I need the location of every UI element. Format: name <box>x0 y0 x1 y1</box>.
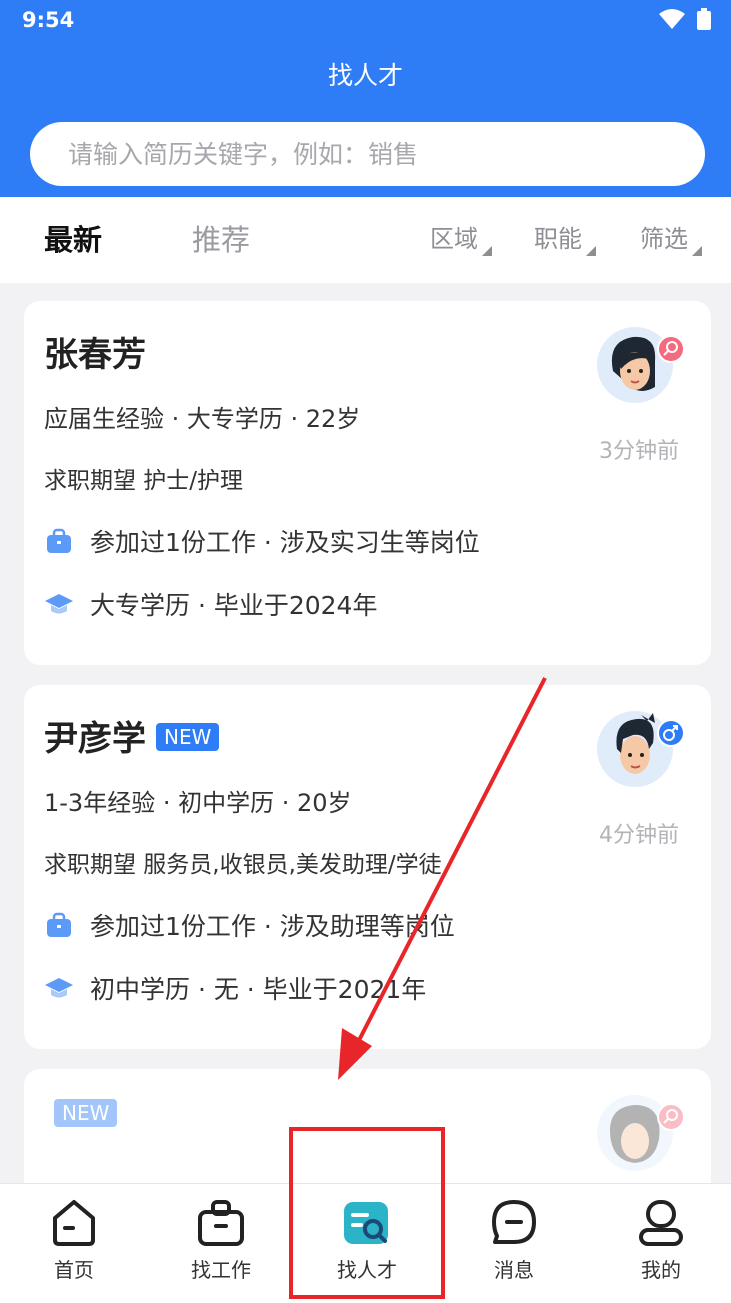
candidate-basic-info: 应届生经验 · 大专学历 · 22岁 <box>44 405 361 433</box>
candidate-basic-info: 1-3年经验 · 初中学历 · 20岁 <box>44 789 352 817</box>
tab-latest[interactable]: 最新 <box>44 217 102 259</box>
search-box[interactable] <box>30 122 705 186</box>
filter-region[interactable]: 区域 <box>430 219 492 256</box>
nav-profile[interactable]: 我的 <box>606 1198 716 1283</box>
profile-icon <box>639 1200 683 1246</box>
candidate-name: 张春芳 <box>44 335 146 375</box>
search-input[interactable] <box>68 139 668 169</box>
new-badge: NEW <box>156 723 220 751</box>
filter-more-label: 筛选 <box>640 225 688 253</box>
battery-icon <box>697 8 711 30</box>
candidate-card[interactable]: 尹彦学 NEW 1-3年经验 · 初中学历 · 20岁 求职期望 服务员,收银员,… <box>24 685 711 1049</box>
candidate-education: 大专学历 · 毕业于2024年 <box>90 591 378 620</box>
female-icon <box>657 1103 685 1131</box>
dropdown-triangle-icon <box>482 246 492 256</box>
graduation-cap-icon <box>44 591 74 617</box>
status-bar: 9:54 <box>0 0 731 42</box>
briefcase-icon <box>44 528 74 554</box>
filter-function-label: 职能 <box>534 225 582 253</box>
message-icon <box>492 1200 536 1244</box>
candidate-name-row: 尹彦学 NEW <box>44 711 220 760</box>
dropdown-triangle-icon <box>586 246 596 256</box>
header-bar: 9:54 找人才 <box>0 0 731 197</box>
briefcase-icon <box>198 1200 244 1246</box>
page-title: 找人才 <box>327 61 403 90</box>
filter-function[interactable]: 职能 <box>534 219 596 256</box>
wifi-icon <box>659 9 685 29</box>
candidate-experience: 参加过1份工作 · 涉及助理等岗位 <box>90 912 455 941</box>
candidate-expectation: 求职期望 服务员,收银员,美发助理/学徒 <box>44 852 442 878</box>
briefcase-icon <box>44 912 74 938</box>
filter-more[interactable]: 筛选 <box>640 219 702 256</box>
candidate-expectation: 求职期望 护士/护理 <box>44 468 244 494</box>
highlight-box <box>289 1127 445 1299</box>
candidate-education: 初中学历 · 无 · 毕业于2021年 <box>90 975 427 1004</box>
home-icon <box>53 1200 95 1246</box>
candidate-name: 尹彦学 <box>44 719 146 759</box>
nav-messages[interactable]: 消息 <box>459 1198 569 1283</box>
nav-find-job[interactable]: 找工作 <box>166 1198 276 1283</box>
candidate-card[interactable]: 张春芳 应届生经验 · 大专学历 · 22岁 求职期望 护士/护理 参加过1份工… <box>24 301 711 665</box>
list-tabs: 最新 推荐 区域 职能 筛选 <box>0 197 731 283</box>
update-time: 4分钟前 <box>599 823 679 848</box>
nav-label: 消息 <box>494 1258 534 1282</box>
new-badge: NEW <box>54 1099 118 1127</box>
tab-recommended[interactable]: 推荐 <box>192 217 250 259</box>
status-time: 9:54 <box>22 8 75 32</box>
nav-label: 找工作 <box>191 1258 251 1282</box>
avatar <box>597 325 685 405</box>
avatar <box>597 1093 685 1173</box>
filter-region-label: 区域 <box>430 225 478 253</box>
nav-label: 我的 <box>641 1258 681 1282</box>
nav-home[interactable]: 首页 <box>19 1198 129 1283</box>
dropdown-triangle-icon <box>692 246 702 256</box>
avatar <box>597 709 685 789</box>
graduation-cap-icon <box>44 975 74 1001</box>
female-icon <box>657 335 685 363</box>
candidate-experience: 参加过1份工作 · 涉及实习生等岗位 <box>90 528 480 557</box>
update-time: 3分钟前 <box>599 439 679 464</box>
male-icon <box>657 719 685 747</box>
nav-label: 首页 <box>54 1258 94 1282</box>
